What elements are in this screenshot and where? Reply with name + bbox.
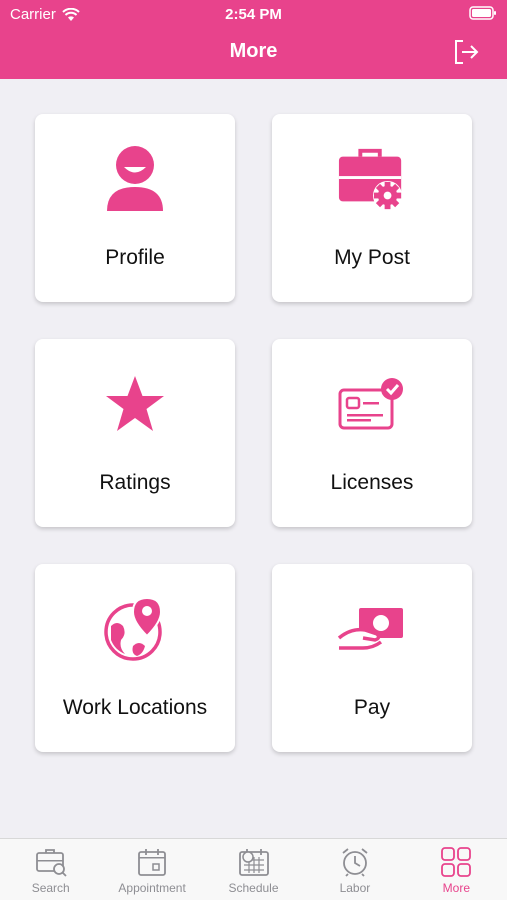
profile-icon — [100, 144, 170, 214]
menu-label: Pay — [353, 696, 391, 719]
tab-more[interactable]: More — [406, 839, 507, 900]
battery-icon — [469, 6, 497, 24]
tab-label: Appointment — [118, 881, 186, 895]
page-title: More — [229, 40, 278, 62]
menu-card-licenses[interactable]: Licenses — [272, 339, 472, 527]
briefcase-gear-icon — [337, 144, 407, 214]
status-bar: Carrier 2:54 PM — [0, 0, 507, 28]
menu-card-pay[interactable]: Pay — [272, 564, 472, 752]
tab-label: Search — [31, 881, 70, 895]
logout-icon — [455, 40, 479, 64]
grid-icon — [439, 845, 473, 879]
menu-card-my-post[interactable]: My Post — [272, 114, 472, 302]
briefcase-search-icon — [34, 845, 68, 879]
tab-label: Labor — [339, 881, 371, 895]
schedule-icon — [237, 845, 271, 879]
tab-bar: Search Appointment Schedule Labor More — [0, 838, 507, 900]
tab-appointment[interactable]: Appointment — [101, 839, 202, 900]
calendar-icon — [135, 845, 169, 879]
tab-labor[interactable]: Labor — [304, 839, 405, 900]
logout-button[interactable] — [453, 38, 479, 66]
menu-label: Licenses — [330, 471, 414, 494]
status-time: 2:54 PM — [225, 6, 282, 23]
alarm-clock-icon — [338, 845, 372, 879]
tab-label: More — [442, 881, 470, 895]
hand-cash-icon — [337, 594, 407, 664]
menu-label: My Post — [334, 246, 410, 269]
tab-schedule[interactable]: Schedule — [203, 839, 304, 900]
menu-label: Work Locations — [62, 696, 208, 719]
menu-label: Profile — [105, 246, 165, 269]
menu-card-profile[interactable]: Profile — [35, 114, 235, 302]
tab-label: Schedule — [228, 881, 279, 895]
license-card-icon — [337, 369, 407, 439]
menu-label: Ratings — [99, 471, 171, 494]
menu-card-work-locations[interactable]: Work Locations — [35, 564, 235, 752]
star-icon — [100, 369, 170, 439]
header: Carrier 2:54 PM More — [0, 0, 507, 79]
menu-card-ratings[interactable]: Ratings — [35, 339, 235, 527]
globe-pin-icon — [100, 594, 170, 664]
tab-search[interactable]: Search — [0, 839, 101, 900]
